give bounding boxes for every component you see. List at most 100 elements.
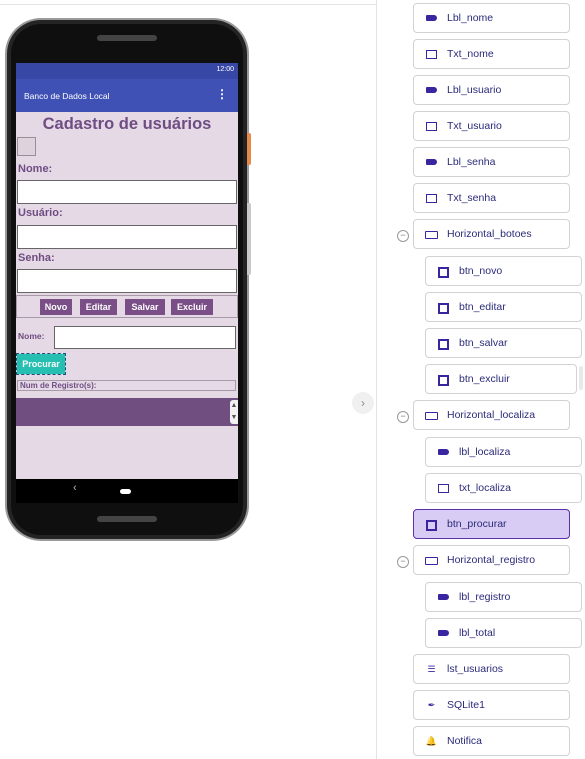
label-icon: [437, 447, 450, 458]
nav-bar: ‹: [16, 479, 238, 503]
checkbox[interactable]: [17, 137, 36, 156]
tree-item-lbl-registro[interactable]: lbl_registro: [425, 582, 582, 612]
tree-item-label: btn_procurar: [447, 518, 507, 530]
usuario-input[interactable]: [17, 225, 237, 249]
volume-button: [247, 203, 251, 275]
power-button: [247, 133, 251, 165]
tree-item-notifica[interactable]: 🔔 Notifica: [413, 726, 570, 756]
feather-icon: ✒: [427, 700, 436, 710]
procurar-button[interactable]: Procurar: [16, 353, 66, 375]
app-bar: Banco de Dados Local ⋮: [16, 79, 238, 112]
excluir-button[interactable]: Excluir: [171, 299, 213, 315]
status-time: 12:00: [216, 66, 234, 73]
collapse-panel-icon[interactable]: ›: [352, 392, 374, 414]
screen-heading: Cadastro de usuários: [42, 115, 212, 133]
horizontal-arrangement-icon: [425, 229, 438, 240]
button-icon: [437, 374, 450, 386]
tree-item-label: Lbl_usuario: [447, 84, 502, 96]
localiza-input[interactable]: [54, 326, 236, 349]
horizontal-arrangement-icon: [425, 555, 438, 566]
overflow-menu-icon[interactable]: ⋮: [216, 87, 228, 101]
tree-item-lst-usuarios[interactable]: ☰ lst_usuarios: [413, 654, 570, 684]
label-senha: Senha:: [18, 252, 55, 264]
tree-item-lbl-nome[interactable]: Lbl_nome: [413, 3, 570, 33]
button-icon: [437, 266, 450, 278]
tree-item-label: Txt_nome: [447, 48, 494, 60]
tree-item-sqlite1[interactable]: ✒ SQLite1: [413, 690, 570, 720]
tree-item-btn-salvar[interactable]: btn_salvar: [425, 328, 582, 358]
phone-speaker: [97, 35, 157, 41]
label-localiza: Nome:: [18, 331, 45, 341]
label-icon: [437, 592, 450, 603]
label-nome: Nome:: [18, 163, 53, 175]
collapse-toggle-icon[interactable]: −: [397, 556, 409, 568]
tree-item-txt-localiza[interactable]: txt_localiza: [425, 473, 582, 503]
novo-button[interactable]: Novo: [40, 299, 72, 315]
senha-input[interactable]: [17, 269, 237, 293]
tree-item-label: Horizontal_registro: [447, 554, 536, 566]
tree-item-label: Lbl_senha: [447, 156, 496, 168]
tree-item-label: Horizontal_botoes: [447, 228, 532, 240]
usuarios-list[interactable]: [16, 398, 238, 426]
app-title: Banco de Dados Local: [24, 91, 110, 101]
tree-item-txt-usuario[interactable]: Txt_usuario: [413, 111, 570, 141]
listview-icon: ☰: [427, 664, 436, 674]
tree-item-label: lbl_localiza: [459, 446, 511, 458]
tree-item-label: btn_excluir: [459, 373, 510, 385]
label-icon: [425, 157, 438, 168]
registros-label: Num de Registro(s):: [17, 380, 236, 391]
phone-speaker-bottom: [97, 516, 157, 522]
tree-item-label: btn_editar: [459, 301, 506, 313]
tree-item-btn-excluir[interactable]: btn_excluir: [425, 364, 577, 394]
tree-scrollbar[interactable]: [579, 366, 583, 390]
button-icon: [425, 519, 438, 531]
tree-item-label: lbl_total: [459, 627, 496, 639]
tree-item-label: btn_novo: [459, 265, 503, 277]
tree-item-btn-procurar[interactable]: btn_procurar: [413, 509, 570, 539]
list-scroll-icon[interactable]: ▲ ▼: [230, 400, 238, 424]
phone-screen: 12:00 Banco de Dados Local ⋮ Cadastro de…: [16, 63, 238, 479]
tree-item-lbl-total[interactable]: lbl_total: [425, 618, 582, 648]
top-divider: [0, 0, 376, 5]
nome-input[interactable]: [17, 180, 237, 204]
textbox-icon: [425, 121, 438, 132]
label-icon: [425, 13, 438, 24]
tree-item-horizontal-registro[interactable]: Horizontal_registro: [413, 545, 570, 575]
tree-item-lbl-usuario[interactable]: Lbl_usuario: [413, 75, 570, 105]
collapse-toggle-icon[interactable]: −: [397, 411, 409, 423]
tree-item-txt-nome[interactable]: Txt_nome: [413, 39, 570, 69]
tree-item-label: txt_localiza: [459, 482, 511, 494]
label-icon: [437, 628, 450, 639]
tree-item-txt-senha[interactable]: Txt_senha: [413, 183, 570, 213]
tree-item-label: btn_salvar: [459, 337, 508, 349]
label-usuario: Usuário:: [18, 207, 63, 219]
editar-button[interactable]: Editar: [80, 299, 117, 315]
components-tree: Lbl_nome Txt_nome Lbl_usuario Txt_usuari…: [376, 0, 585, 759]
status-bar: 12:00: [16, 63, 238, 79]
buttons-row: Novo Editar Salvar Excluir: [16, 295, 238, 318]
tree-item-btn-novo[interactable]: btn_novo: [425, 256, 582, 286]
bell-icon: 🔔: [425, 736, 438, 746]
tree-item-horizontal-botoes[interactable]: Horizontal_botoes: [413, 219, 570, 249]
textbox-icon: [437, 483, 450, 494]
tree-item-label: Txt_senha: [447, 192, 497, 204]
tree-item-label: Notifica: [447, 735, 483, 747]
back-icon[interactable]: ‹: [73, 482, 77, 494]
textbox-icon: [425, 193, 438, 204]
tree-item-label: lbl_registro: [459, 591, 511, 603]
home-icon[interactable]: [120, 489, 131, 494]
tree-item-label: Lbl_nome: [447, 12, 494, 24]
button-icon: [437, 302, 450, 314]
collapse-toggle-icon[interactable]: −: [397, 230, 409, 242]
button-icon: [437, 338, 450, 350]
salvar-button[interactable]: Salvar: [125, 299, 165, 315]
horizontal-arrangement-icon: [425, 410, 438, 421]
tree-item-lbl-localiza[interactable]: lbl_localiza: [425, 437, 582, 467]
tree-item-label: Txt_usuario: [447, 120, 502, 132]
tree-item-lbl-senha[interactable]: Lbl_senha: [413, 147, 570, 177]
tree-item-btn-editar[interactable]: btn_editar: [425, 292, 582, 322]
tree-item-label: lst_usuarios: [447, 663, 504, 675]
label-icon: [425, 85, 438, 96]
tree-item-horizontal-localiza[interactable]: Horizontal_localiza: [413, 400, 570, 430]
textbox-icon: [425, 49, 438, 60]
